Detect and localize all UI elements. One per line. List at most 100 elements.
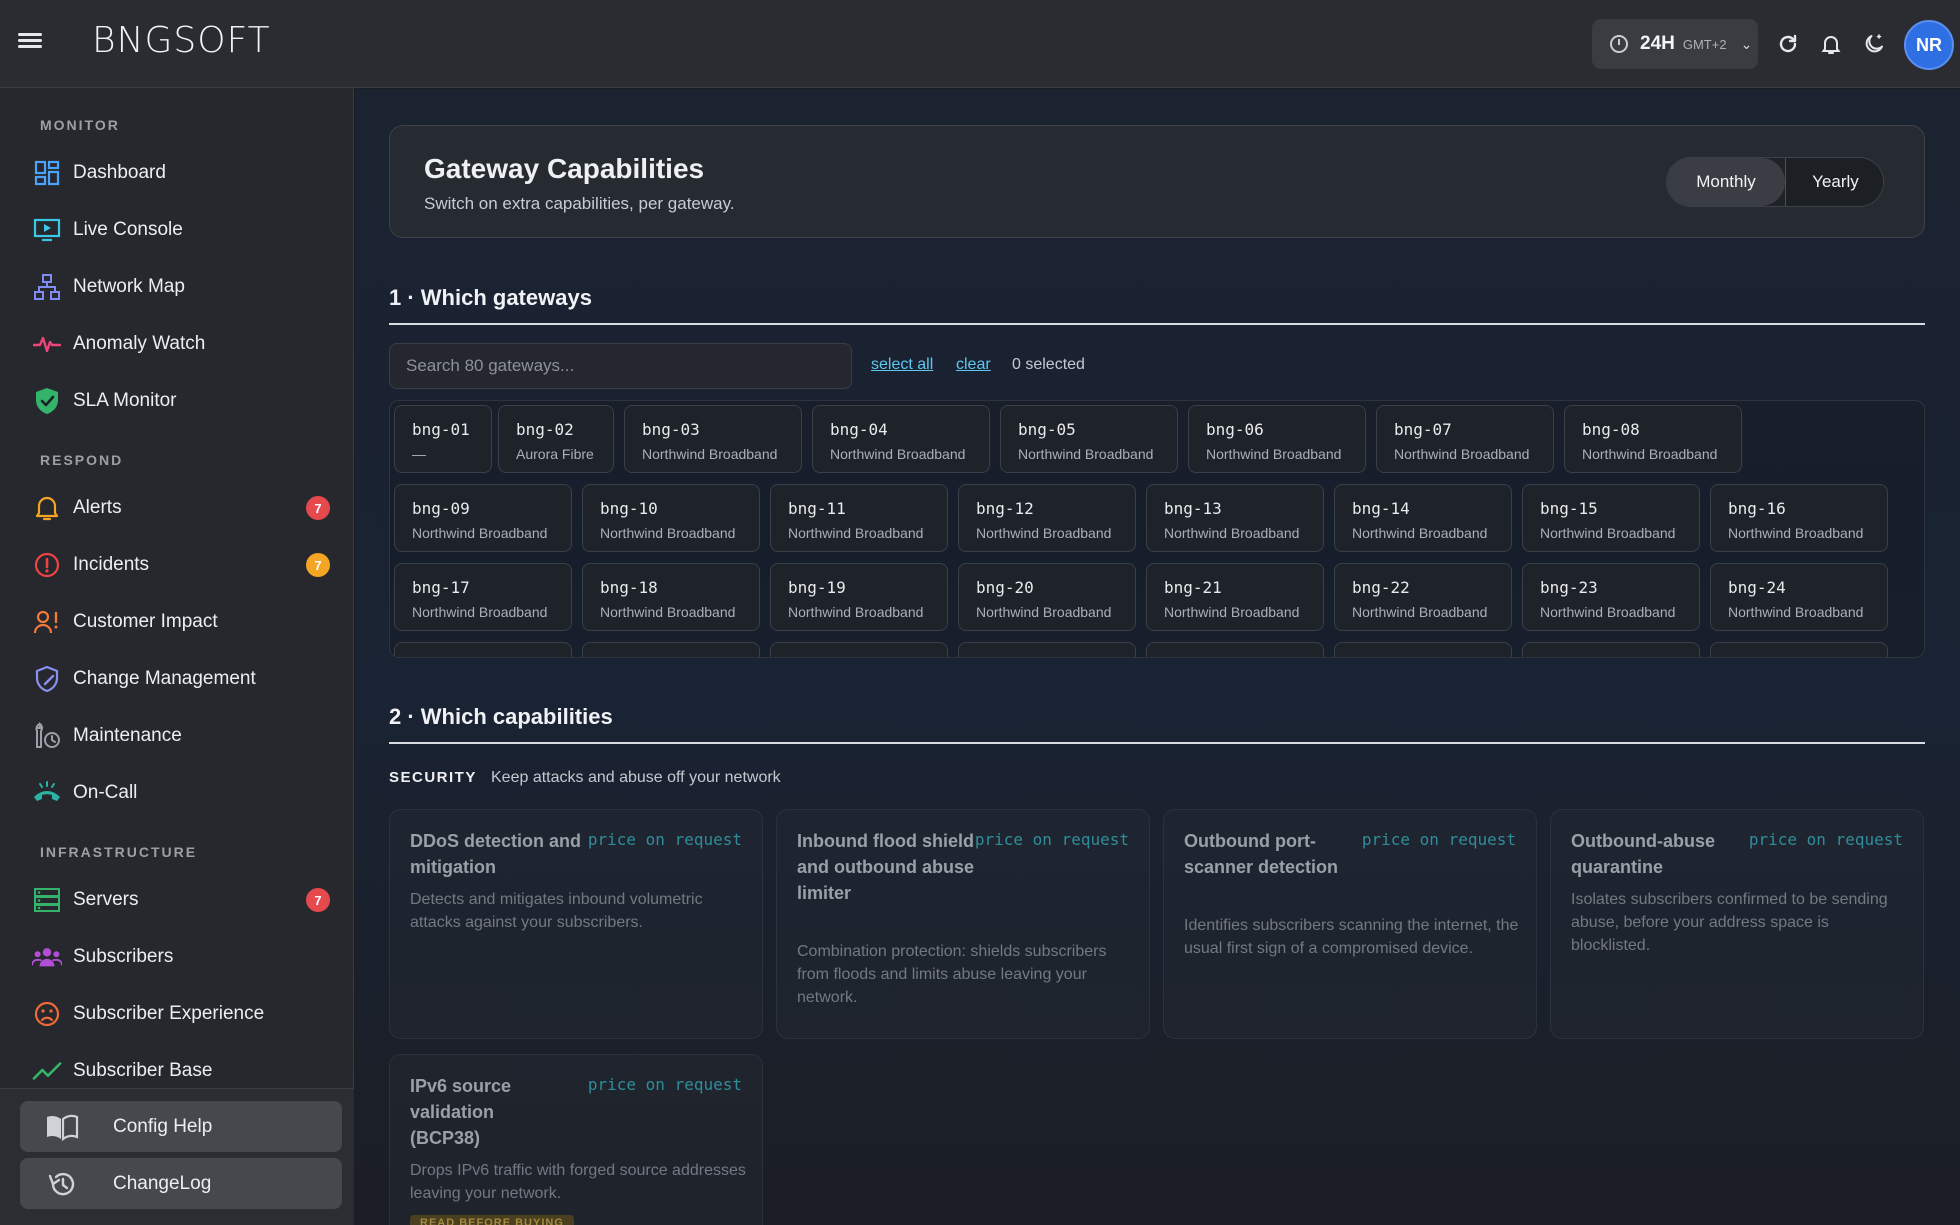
capability-card[interactable]: Inbound flood shield and outbound abuse … bbox=[776, 809, 1150, 1039]
sidebar-item-live-console[interactable]: Live Console bbox=[0, 205, 354, 255]
gateway-card[interactable]: bng-19 Northwind Broadband bbox=[770, 563, 948, 631]
read-before-buying-tag: READ BEFORE BUYING bbox=[410, 1215, 574, 1225]
gateway-id: bng-19 bbox=[788, 578, 846, 597]
users-icon bbox=[32, 942, 62, 972]
monitor-play-icon bbox=[32, 215, 62, 245]
gateway-card[interactable]: bng-11 Northwind Broadband bbox=[770, 484, 948, 552]
gateway-card[interactable]: bng-16 Northwind Broadband bbox=[1710, 484, 1888, 552]
sidebar-item-alerts[interactable]: Alerts 7 bbox=[0, 483, 354, 533]
capability-card[interactable]: Outbound port-scanner detection price on… bbox=[1163, 809, 1537, 1039]
sidebar-item-dashboard[interactable]: Dashboard bbox=[0, 148, 354, 198]
page-header-card: Gateway Capabilities Switch on extra cap… bbox=[389, 125, 1925, 238]
notifications-bell-icon[interactable] bbox=[1815, 28, 1847, 60]
gateway-card[interactable] bbox=[394, 642, 572, 657]
gateway-id: bng-16 bbox=[1728, 499, 1786, 518]
gateway-card[interactable]: bng-21 Northwind Broadband bbox=[1146, 563, 1324, 631]
alerts-count-badge: 7 bbox=[306, 496, 330, 520]
gateway-operator: Northwind Broadband bbox=[788, 604, 924, 620]
gateway-card[interactable]: bng-06 Northwind Broadband bbox=[1188, 405, 1366, 473]
gateway-card[interactable]: bng-03 Northwind Broadband bbox=[624, 405, 802, 473]
gateway-search-input[interactable] bbox=[389, 343, 852, 389]
clear-link[interactable]: clear bbox=[956, 356, 991, 374]
capability-price: price on request bbox=[587, 830, 742, 849]
time-range-selector[interactable]: 24H GMT+2 ⌄ bbox=[1592, 19, 1758, 69]
gateway-operator: Aurora Fibre bbox=[516, 446, 594, 462]
gateway-id: bng-14 bbox=[1352, 499, 1410, 518]
gateway-card[interactable]: bng-24 Northwind Broadband bbox=[1710, 563, 1888, 631]
gateway-card[interactable]: bng-08 Northwind Broadband bbox=[1564, 405, 1742, 473]
gateway-card[interactable]: bng-05 Northwind Broadband bbox=[1000, 405, 1178, 473]
sidebar-item-on-call[interactable]: On-Call bbox=[0, 768, 354, 818]
gateway-card[interactable] bbox=[770, 642, 948, 657]
gateway-card[interactable]: bng-14 Northwind Broadband bbox=[1334, 484, 1512, 552]
sidebar-item-subscribers[interactable]: Subscribers bbox=[0, 932, 354, 982]
select-all-link[interactable]: select all bbox=[871, 356, 933, 374]
capability-title: IPv6 source validation (BCP38) bbox=[410, 1076, 512, 1148]
shield-edit-icon bbox=[32, 664, 62, 694]
gateway-card[interactable]: bng-15 Northwind Broadband bbox=[1522, 484, 1700, 552]
gateway-id: bng-04 bbox=[830, 420, 888, 439]
dark-mode-icon[interactable] bbox=[1858, 28, 1890, 60]
top-bar: BNGSOFT 24H GMT+2 ⌄ NR bbox=[0, 0, 1960, 88]
gateway-id: bng-13 bbox=[1164, 499, 1222, 518]
gateway-card[interactable]: bng-02 Aurora Fibre bbox=[498, 405, 614, 473]
capability-description: Identifies subscribers scanning the inte… bbox=[1184, 917, 1519, 957]
gateway-id: bng-10 bbox=[600, 499, 658, 518]
gateway-id: bng-09 bbox=[412, 499, 470, 518]
sidebar-item-network-map[interactable]: Network Map bbox=[0, 262, 354, 312]
billing-monthly-option[interactable]: Monthly bbox=[1667, 158, 1785, 206]
billing-yearly-option[interactable]: Yearly bbox=[1785, 158, 1883, 206]
gateway-card[interactable] bbox=[1710, 642, 1888, 657]
gateway-card[interactable]: bng-20 Northwind Broadband bbox=[958, 563, 1136, 631]
gateway-id: bng-06 bbox=[1206, 420, 1264, 439]
config-help-button[interactable]: Config Help bbox=[20, 1101, 342, 1152]
capability-title: Inbound flood shield and outbound abuse … bbox=[797, 831, 974, 903]
gateway-operator: Northwind Broadband bbox=[412, 604, 548, 620]
gateway-card[interactable] bbox=[582, 642, 760, 657]
gateway-card[interactable] bbox=[1522, 642, 1700, 657]
gateway-id: bng-17 bbox=[412, 578, 470, 597]
gateway-operator: Northwind Broadband bbox=[788, 525, 924, 541]
refresh-icon[interactable] bbox=[1772, 28, 1804, 60]
sidebar-item-incidents[interactable]: Incidents 7 bbox=[0, 540, 354, 590]
sidebar-item-maintenance[interactable]: Maintenance bbox=[0, 711, 354, 761]
gateway-id: bng-02 bbox=[516, 420, 574, 439]
capability-title: Outbound-abuse quarantine bbox=[1571, 831, 1715, 877]
phone-icon bbox=[32, 778, 62, 808]
sidebar-item-servers[interactable]: Servers 7 bbox=[0, 875, 354, 925]
capability-description: Detects and mitigates inbound volumetric… bbox=[410, 891, 703, 931]
gateway-card[interactable] bbox=[1334, 642, 1512, 657]
changelog-button[interactable]: ChangeLog bbox=[20, 1158, 342, 1209]
capability-card[interactable]: DDoS detection and mitigation price on r… bbox=[389, 809, 763, 1039]
sidebar-item-sla-monitor[interactable]: SLA Monitor bbox=[0, 376, 354, 426]
gateway-operator: Northwind Broadband bbox=[1582, 446, 1718, 462]
gateway-card[interactable]: bng-04 Northwind Broadband bbox=[812, 405, 990, 473]
gateway-card[interactable]: bng-13 Northwind Broadband bbox=[1146, 484, 1324, 552]
capability-card[interactable]: Outbound-abuse quarantine price on reque… bbox=[1550, 809, 1924, 1039]
sidebar-item-anomaly-watch[interactable]: Anomaly Watch bbox=[0, 319, 354, 369]
user-avatar[interactable]: NR bbox=[1904, 20, 1954, 70]
sidebar-item-change-management[interactable]: Change Management bbox=[0, 654, 354, 704]
gateway-card[interactable] bbox=[958, 642, 1136, 657]
capability-category-name: SECURITY bbox=[389, 769, 477, 786]
gateway-card[interactable]: bng-18 Northwind Broadband bbox=[582, 563, 760, 631]
gateway-card[interactable]: bng-09 Northwind Broadband bbox=[394, 484, 572, 552]
gateway-operator: Northwind Broadband bbox=[1540, 525, 1676, 541]
sidebar-item-customer-impact[interactable]: Customer Impact bbox=[0, 597, 354, 647]
gateway-card[interactable]: bng-23 Northwind Broadband bbox=[1522, 563, 1700, 631]
menu-icon[interactable] bbox=[18, 30, 42, 54]
gateway-card[interactable]: bng-17 Northwind Broadband bbox=[394, 563, 572, 631]
gateway-card[interactable] bbox=[1146, 642, 1324, 657]
user-alert-icon bbox=[32, 607, 62, 637]
gateway-card[interactable]: bng-07 Northwind Broadband bbox=[1376, 405, 1554, 473]
gateway-operator: Northwind Broadband bbox=[1728, 604, 1864, 620]
capability-card[interactable]: IPv6 source validation (BCP38) price on … bbox=[389, 1054, 763, 1225]
capability-title: Outbound port-scanner detection bbox=[1184, 831, 1339, 877]
gateway-card[interactable]: bng-10 Northwind Broadband bbox=[582, 484, 760, 552]
sidebar-item-subscriber-experience[interactable]: Subscriber Experience bbox=[0, 989, 354, 1039]
server-icon bbox=[32, 885, 62, 915]
gateway-card[interactable]: bng-22 Northwind Broadband bbox=[1334, 563, 1512, 631]
gateway-card[interactable]: bng-12 Northwind Broadband bbox=[958, 484, 1136, 552]
gateway-operator: Northwind Broadband bbox=[642, 446, 778, 462]
gateway-card[interactable]: bng-01 — bbox=[394, 405, 492, 473]
